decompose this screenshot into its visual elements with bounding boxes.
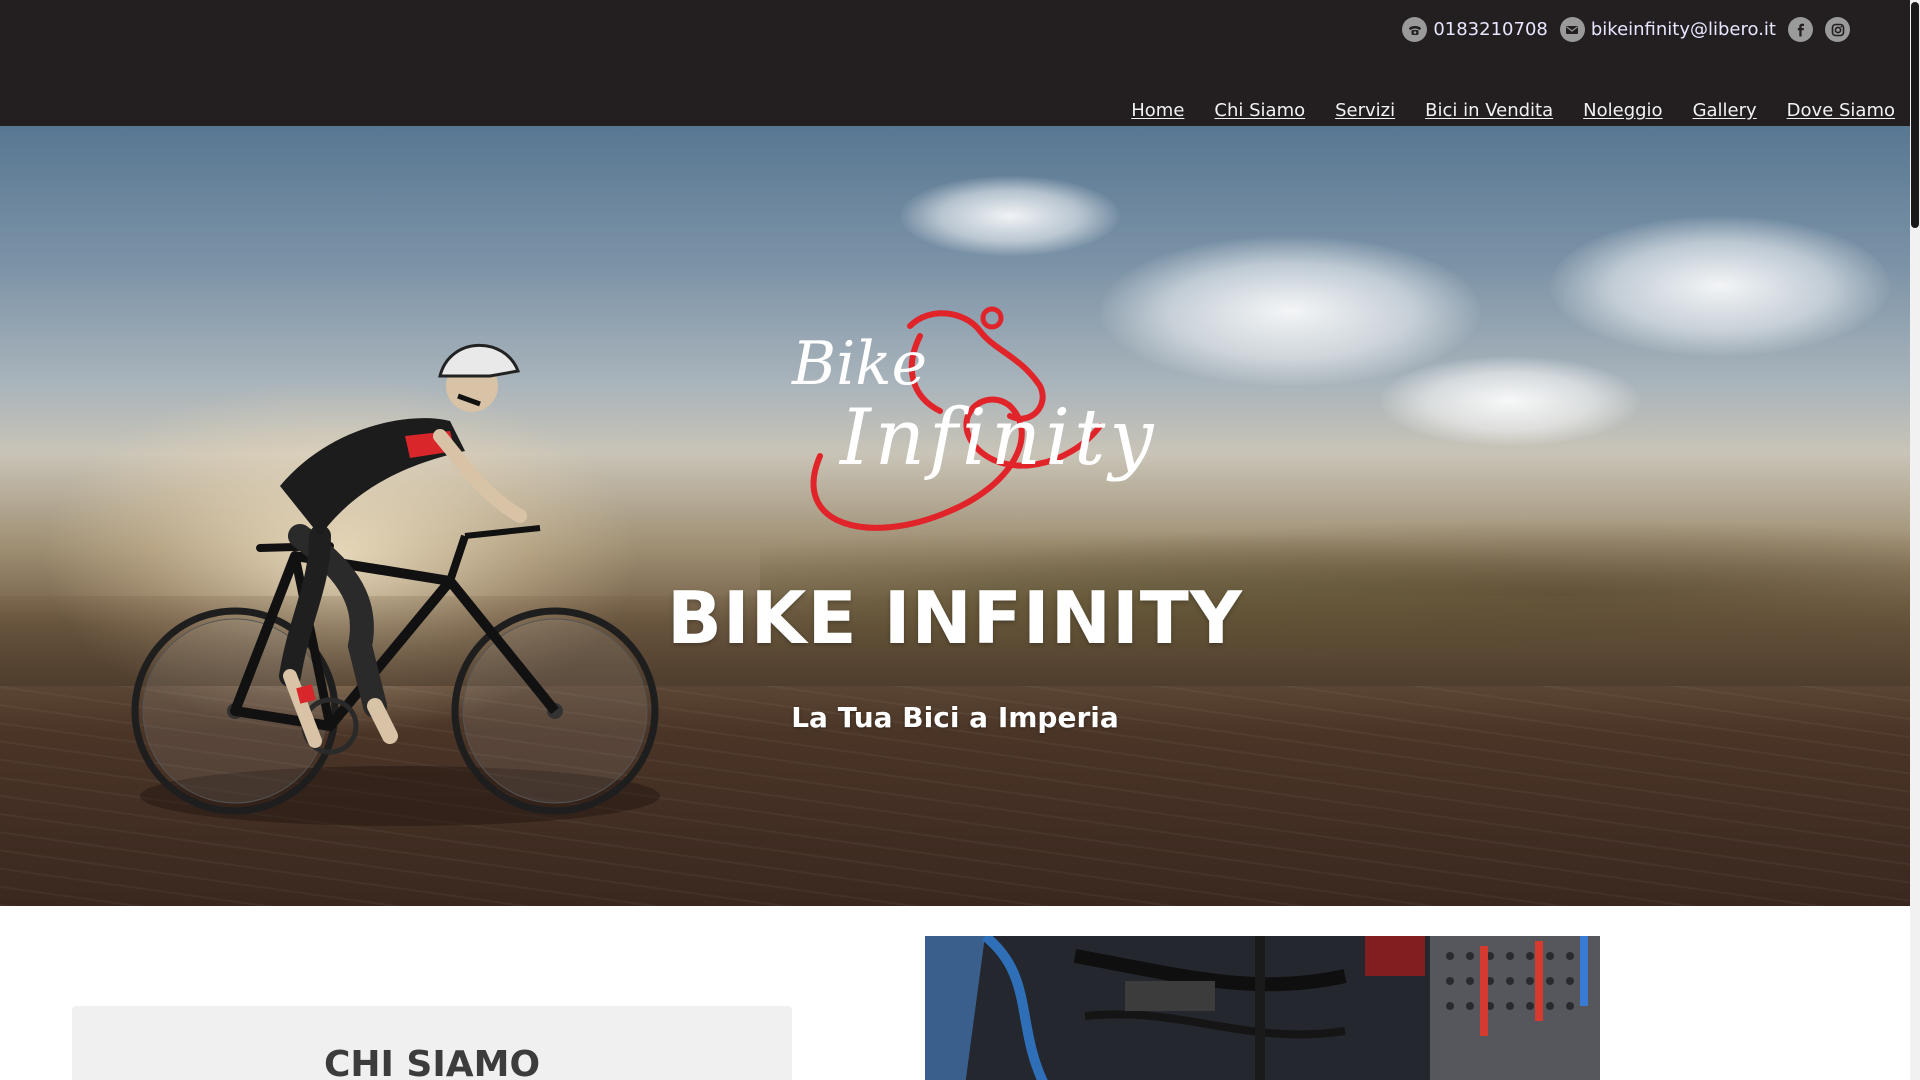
scrollbar-thumb[interactable] bbox=[1911, 2, 1919, 228]
nav-item-gallery[interactable]: Gallery bbox=[1693, 100, 1757, 121]
nav-item-dove-siamo[interactable]: Dove Siamo bbox=[1787, 100, 1895, 121]
phone-icon bbox=[1402, 17, 1428, 42]
page-viewport: 0183210708 bikeinfinity@libero.it Home C… bbox=[0, 0, 1920, 1080]
phone-number: 0183210708 bbox=[1433, 19, 1548, 40]
bike-infinity-logo: Bike Infinity bbox=[791, 306, 1157, 531]
scrollbar[interactable] bbox=[1910, 0, 1920, 1080]
about-title: CHI SIAMO bbox=[323, 1044, 541, 1080]
email-link[interactable]: bikeinfinity@libero.it bbox=[1559, 17, 1776, 42]
nav-item-noleggio[interactable]: Noleggio bbox=[1583, 100, 1662, 121]
hero-title: BIKE INFINITY bbox=[666, 576, 1244, 660]
workshop-photo bbox=[925, 936, 1600, 1080]
site-header: 0183210708 bikeinfinity@libero.it Home C… bbox=[0, 0, 1910, 126]
instagram-icon[interactable] bbox=[1825, 17, 1850, 42]
cloud bbox=[1380, 356, 1640, 446]
cloud bbox=[900, 176, 1120, 256]
contact-bar: 0183210708 bikeinfinity@libero.it bbox=[1402, 17, 1850, 42]
hero-banner: Bike Infinity BIKE INFINITY La Tua Bici … bbox=[0, 126, 1910, 906]
phone-link[interactable]: 0183210708 bbox=[1402, 17, 1548, 42]
facebook-icon[interactable] bbox=[1788, 17, 1813, 42]
cyclist-illustration bbox=[131, 343, 660, 826]
nav-item-home[interactable]: Home bbox=[1131, 100, 1184, 121]
workshop-photo-illustration bbox=[925, 936, 1600, 1080]
nav-item-bici-in-vendita[interactable]: Bici in Vendita bbox=[1425, 100, 1553, 121]
nav-item-servizi[interactable]: Servizi bbox=[1335, 100, 1395, 121]
main-nav: Home Chi Siamo Servizi Bici in Vendita N… bbox=[1131, 100, 1895, 121]
email-icon bbox=[1559, 17, 1585, 42]
cloud bbox=[1550, 216, 1890, 356]
about-card: CHI SIAMO bbox=[72, 1006, 792, 1080]
nav-item-chi-siamo[interactable]: Chi Siamo bbox=[1214, 100, 1305, 121]
email-address: bikeinfinity@libero.it bbox=[1590, 19, 1776, 40]
hero-subtitle: La Tua Bici a Imperia bbox=[791, 701, 1119, 734]
logo-text-infinity: Infinity bbox=[838, 393, 1157, 483]
logo-text-bike: Bike bbox=[791, 329, 927, 399]
